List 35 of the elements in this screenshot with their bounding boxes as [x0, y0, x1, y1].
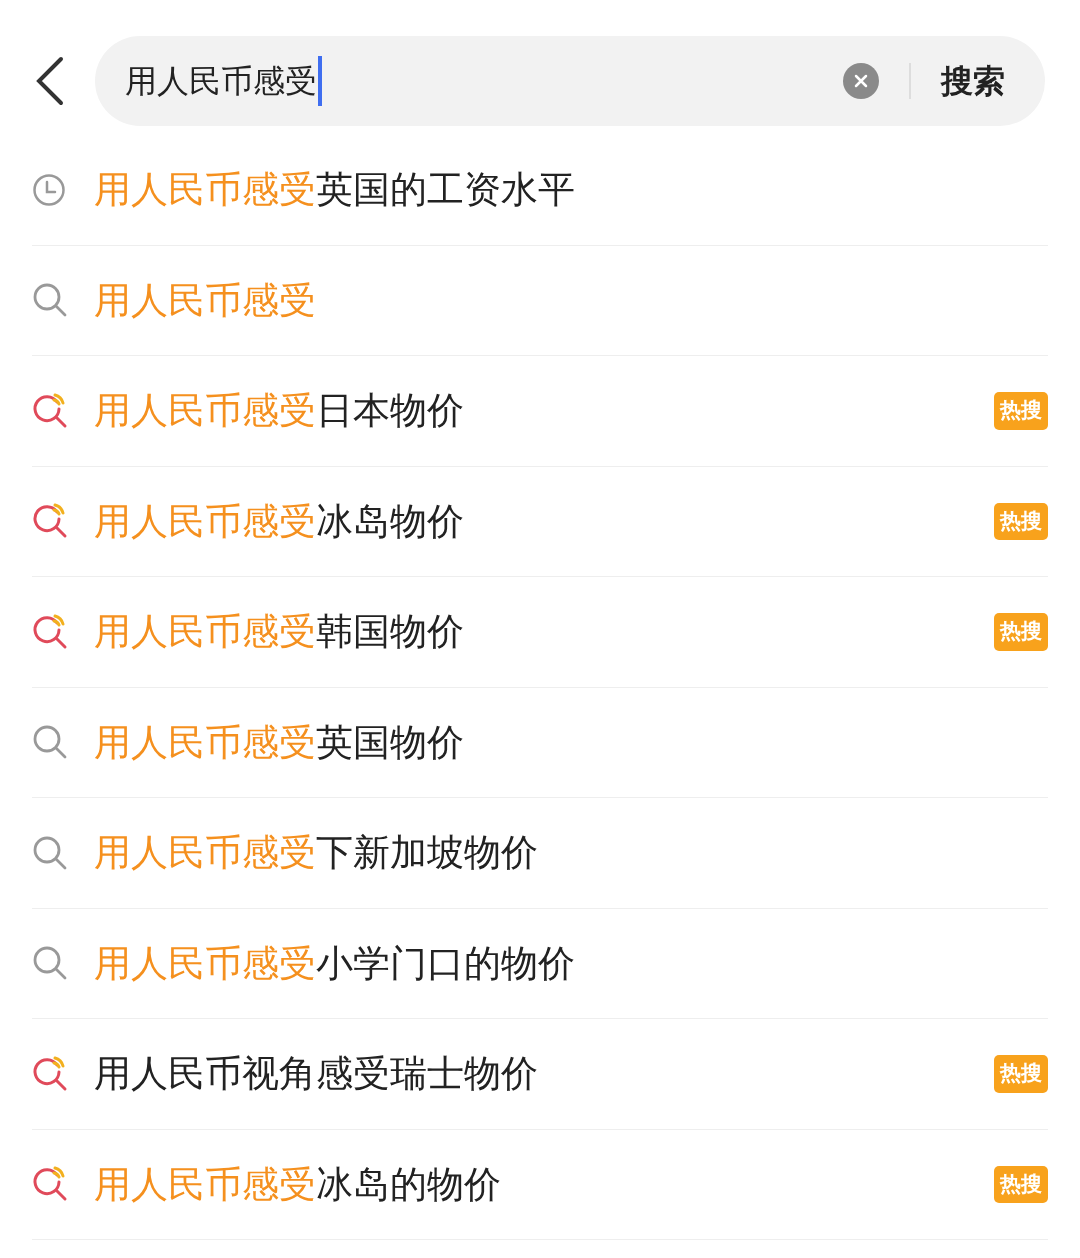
search-text: 用人民币感受: [125, 61, 317, 102]
suggestion-text: 用人民币感受英国的工资水平: [94, 167, 576, 213]
suggestion-row[interactable]: 用人民币感受下新加坡物价: [32, 798, 1048, 909]
text-cursor: [318, 56, 322, 106]
search-button[interactable]: 搜索: [941, 57, 1005, 105]
suggestion-text: 用人民币感受韩国物价: [94, 609, 465, 655]
search-icon: [32, 945, 68, 982]
close-icon: [854, 74, 868, 88]
suggestion-row[interactable]: 用人民币感受韩国物价 热搜: [32, 577, 1048, 688]
hot-badge: 热搜: [994, 392, 1048, 430]
clear-button[interactable]: [843, 63, 879, 99]
hot-badge: 热搜: [994, 502, 1048, 540]
suggestion-row[interactable]: 用人民币视角感受瑞士物价 热搜: [32, 1019, 1048, 1130]
suggestion-text: 用人民币感受下新加坡物价: [94, 830, 539, 876]
suggestion-text: 用人民币感受英国物价: [94, 719, 465, 766]
search-icon: [32, 834, 68, 871]
suggestion-row[interactable]: 用人民币感受冰岛的物价 热搜: [32, 1129, 1048, 1240]
search-icon: [32, 282, 68, 319]
suggestion-row[interactable]: 用人民币感受日本物价 热搜: [32, 356, 1048, 467]
suggestion-row[interactable]: 用人民币感受小学门口的物价: [32, 908, 1048, 1019]
suggestion-text: 用人民币视角感受瑞士物价: [94, 1051, 539, 1097]
suggestion-row[interactable]: 用人民币感受英国物价: [32, 687, 1048, 798]
hot-badge: 热搜: [994, 1165, 1048, 1203]
suggestion-text: 用人民币感受: [94, 277, 317, 324]
suggestion-text: 用人民币感受小学门口的物价: [94, 940, 576, 987]
suggestion-row[interactable]: 用人民币感受英国的工资水平: [32, 135, 1048, 246]
suggestion-text: 用人民币感受冰岛物价: [94, 498, 465, 545]
suggestion-row[interactable]: 用人民币感受冰岛物价 热搜: [32, 466, 1048, 577]
hot-badge: 热搜: [994, 1055, 1048, 1093]
search-field[interactable]: 用人民币感受 搜索: [95, 36, 1045, 126]
suggestion-text: 用人民币感受日本物价: [94, 388, 465, 434]
suggestion-text: 用人民币感受冰岛的物价: [94, 1161, 502, 1208]
hot-badge: 热搜: [994, 613, 1048, 651]
clock-icon: [32, 172, 66, 207]
search-icon: [32, 724, 68, 761]
